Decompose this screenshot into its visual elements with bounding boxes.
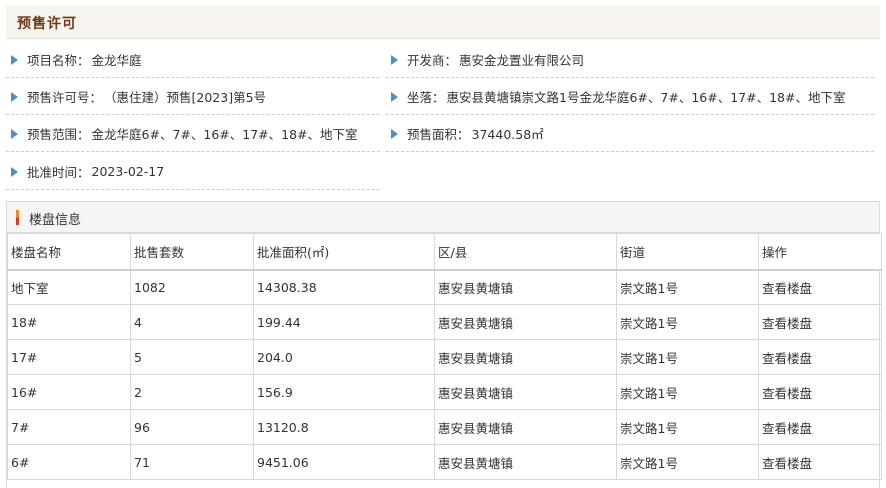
cell-district: 惠安县黄塘镇: [434, 304, 617, 340]
cell-name: 17#: [7, 339, 131, 375]
column-header-units: 批售套数: [130, 233, 254, 271]
info-value: 2023-02-17: [91, 164, 165, 179]
info-label: 批准时间：: [27, 165, 90, 180]
cell-street: 崇文路1号: [616, 374, 759, 410]
section-title: 预售许可: [17, 16, 77, 32]
cell-district: 惠安县黄塘镇: [434, 444, 617, 480]
info-value: 37440.58㎡: [471, 127, 544, 142]
column-header-area: 批准面积(㎡): [253, 233, 435, 271]
cell-district: 惠安县黄塘镇: [434, 269, 617, 305]
cell-units: 4: [130, 304, 254, 340]
view-building-link[interactable]: 查看楼盘: [758, 304, 882, 340]
cell-street: 崇文路1号: [616, 269, 759, 305]
info-permit-no: 预售许可号： （惠住建）预售[2023]第5号: [6, 79, 380, 115]
permit-section-header: 预售许可: [6, 6, 880, 39]
triangle-bullet-icon: [11, 91, 18, 102]
info-label: 坐落：: [407, 90, 445, 105]
info-label: 预售许可号：: [27, 90, 103, 105]
table-header-row: 楼盘名称 批售套数 批准面积(㎡) 区/县 街道 操作: [7, 233, 882, 271]
cell-name: 18#: [7, 304, 131, 340]
cell-units: 96: [130, 409, 254, 445]
info-label: 开发商：: [407, 53, 458, 68]
info-label: 项目名称：: [27, 53, 90, 68]
cell-street: 崇文路1号: [616, 409, 759, 445]
info-approval-date: 批准时间： 2023-02-17: [6, 154, 380, 190]
buildings-panel: 楼盘信息 楼盘名称 批售套数 批准面积(㎡) 区/县 街道 操作 地下室 108…: [6, 201, 882, 488]
cell-name: 6#: [7, 444, 131, 480]
info-developer: 开发商： 惠安金龙置业有限公司: [386, 42, 874, 78]
info-value: 金龙华庭: [91, 53, 142, 68]
cell-units: 1082: [130, 269, 254, 305]
cell-street: 崇文路1号: [616, 339, 759, 375]
cell-name: 16#: [7, 374, 131, 410]
panel-marker-icon: [16, 210, 19, 225]
view-building-link[interactable]: 查看楼盘: [758, 409, 882, 445]
table-row: 17# 5 204.0 惠安县黄塘镇 崇文路1号 查看楼盘: [7, 339, 882, 375]
info-location: 坐落： 惠安县黄塘镇崇文路1号金龙华庭6#、7#、16#、17#、18#、地下室: [386, 79, 874, 115]
cell-units: 5: [130, 339, 254, 375]
info-value: 金龙华庭6#、7#、16#、17#、18#、地下室: [91, 127, 358, 142]
table-row: 7# 96 13120.8 惠安县黄塘镇 崇文路1号 查看楼盘: [7, 409, 882, 445]
cell-area: 199.44: [253, 304, 435, 340]
view-building-link[interactable]: 查看楼盘: [758, 374, 882, 410]
cell-street: 崇文路1号: [616, 444, 759, 480]
triangle-bullet-icon: [391, 54, 398, 65]
info-label: 预售范围：: [27, 127, 90, 142]
table-row: 地下室 1082 14308.38 惠安县黄塘镇 崇文路1号 查看楼盘: [7, 269, 882, 305]
triangle-bullet-icon: [391, 91, 398, 102]
column-header-action: 操作: [758, 233, 882, 271]
column-header-street: 街道: [616, 233, 759, 271]
cell-district: 惠安县黄塘镇: [434, 339, 617, 375]
buildings-panel-header: 楼盘信息: [7, 202, 879, 233]
cell-district: 惠安县黄塘镇: [434, 409, 617, 445]
cell-area: 204.0: [253, 339, 435, 375]
cell-area: 9451.06: [253, 444, 435, 480]
cell-street: 崇文路1号: [616, 304, 759, 340]
cell-units: 71: [130, 444, 254, 480]
triangle-bullet-icon: [11, 166, 18, 177]
table-row: 6# 71 9451.06 惠安县黄塘镇 崇文路1号 查看楼盘: [7, 444, 882, 480]
info-scope: 预售范围： 金龙华庭6#、7#、16#、17#、18#、地下室: [6, 116, 380, 152]
triangle-bullet-icon: [11, 128, 18, 139]
cell-area: 14308.38: [253, 269, 435, 305]
view-building-link[interactable]: 查看楼盘: [758, 339, 882, 375]
triangle-bullet-icon: [391, 128, 398, 139]
cell-name: 地下室: [7, 269, 131, 305]
info-value: 惠安县黄塘镇崇文路1号金龙华庭6#、7#、16#、17#、18#、地下室: [446, 90, 846, 105]
cell-name: 7#: [7, 409, 131, 445]
info-project-name: 项目名称： 金龙华庭: [6, 42, 380, 78]
view-building-link[interactable]: 查看楼盘: [758, 269, 882, 305]
triangle-bullet-icon: [11, 54, 18, 65]
table-row: 18# 4 199.44 惠安县黄塘镇 崇文路1号 查看楼盘: [7, 304, 882, 340]
cell-district: 惠安县黄塘镇: [434, 374, 617, 410]
info-area: 预售面积： 37440.58㎡: [386, 116, 874, 152]
info-label: 预售面积：: [407, 127, 470, 142]
info-value: （惠住建）预售[2023]第5号: [104, 90, 267, 105]
table-row: 16# 2 156.9 惠安县黄塘镇 崇文路1号 查看楼盘: [7, 374, 882, 410]
cell-area: 156.9: [253, 374, 435, 410]
buildings-panel-title: 楼盘信息: [29, 213, 82, 228]
view-building-link[interactable]: 查看楼盘: [758, 444, 882, 480]
cell-area: 13120.8: [253, 409, 435, 445]
cell-units: 2: [130, 374, 254, 410]
column-header-district: 区/县: [434, 233, 617, 271]
info-value: 惠安金龙置业有限公司: [459, 53, 585, 68]
column-header-name: 楼盘名称: [7, 233, 131, 271]
buildings-table: 楼盘名称 批售套数 批准面积(㎡) 区/县 街道 操作 地下室 1082 143…: [7, 233, 882, 480]
